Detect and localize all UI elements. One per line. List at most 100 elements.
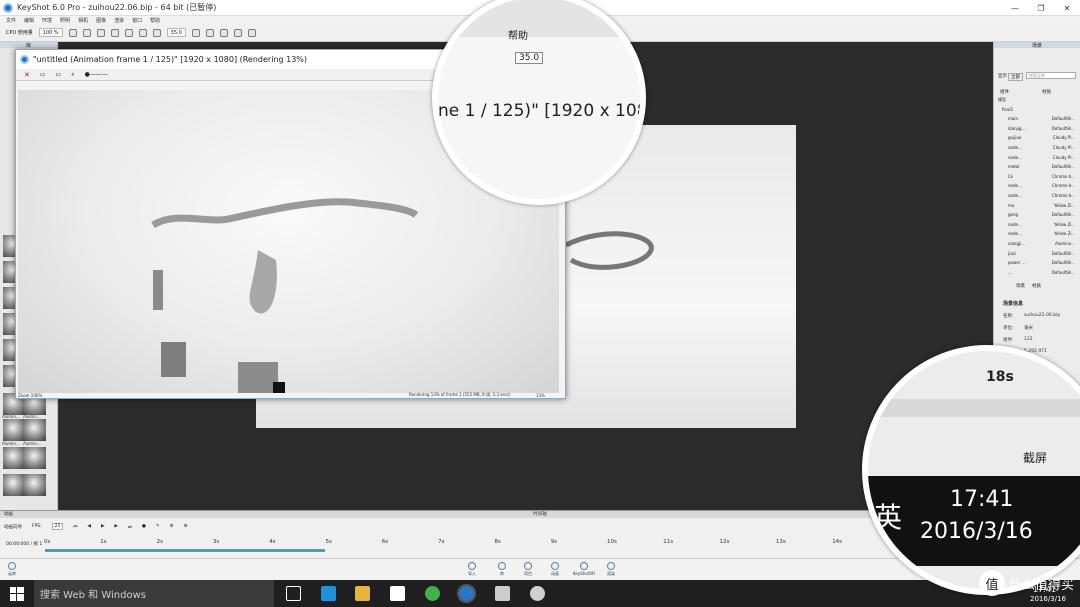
screenshot-icon[interactable]	[191, 28, 200, 37]
first-frame-icon[interactable]: ⏮	[73, 524, 77, 530]
menu-window[interactable]: 窗口	[132, 17, 142, 24]
animation-wizard-button[interactable]: 动画向导	[4, 524, 22, 530]
cloud-library-button[interactable]: 云库	[8, 562, 16, 577]
options-icon[interactable]: ⚙	[184, 524, 188, 529]
material-thumb[interactable]	[24, 447, 46, 469]
taskbar-search-box[interactable]: 搜索 Web 和 Windows	[34, 580, 274, 607]
scene-tree-row[interactable]: node... Chrome b..	[998, 183, 1074, 192]
zoom-slider[interactable]: ●———	[85, 71, 108, 78]
scene-tree-row[interactable]: node... Cloudy Pl..	[998, 145, 1074, 154]
timeline-progress-bar	[45, 549, 325, 552]
menu-image[interactable]: 图像	[96, 17, 106, 24]
scene-tree-row[interactable]: ... DefaultSh..	[998, 270, 1074, 279]
scene-tree-row[interactable]: jiazi DefaultSh..	[998, 251, 1074, 260]
close-icon[interactable]: ✕	[1054, 0, 1080, 16]
menu-lighting[interactable]: 照明	[60, 17, 70, 24]
settings-icon[interactable]: ⚙	[170, 524, 174, 529]
app-icon[interactable]	[530, 586, 545, 601]
scene-tree-row[interactable]: dianjig... DefaultSh..	[998, 126, 1074, 135]
display-filter[interactable]: 显示	[998, 73, 1007, 79]
edit-icon[interactable]: ✎	[156, 524, 160, 529]
loop-icon[interactable]: ●	[142, 524, 146, 529]
edge-icon[interactable]	[321, 586, 336, 601]
menu-environment[interactable]: 环境	[42, 17, 52, 24]
pause-icon[interactable]	[68, 28, 77, 37]
zoom-icon[interactable]: ⌕	[71, 71, 74, 79]
info-value[interactable]: zuihou22.06.bip	[1024, 313, 1060, 318]
menu-render[interactable]: 渲染	[114, 17, 124, 24]
refresh-icon[interactable]	[96, 28, 105, 37]
render-region-icon[interactable]	[205, 28, 214, 37]
store-icon[interactable]	[390, 586, 405, 601]
scene-tree-row[interactable]: gong DefaultSh..	[998, 212, 1074, 221]
presentation-icon[interactable]	[247, 28, 256, 37]
scene-search-input[interactable]: 搜索全称	[1026, 72, 1076, 79]
animation-button[interactable]: 动画	[551, 562, 559, 577]
settings-icon[interactable]	[82, 28, 91, 37]
scene-tree-row[interactable]: final1	[998, 107, 1074, 116]
fov-input[interactable]: 35.0	[166, 28, 186, 37]
material-thumb[interactable]	[24, 419, 46, 441]
app-icon[interactable]	[495, 586, 510, 601]
scene-tree-row[interactable]: node... Yellow Zi..	[998, 222, 1074, 231]
geometry-icon[interactable]	[233, 28, 242, 37]
taskbar-clock-date[interactable]: 2016/3/16	[1030, 595, 1066, 603]
scene-tree-row[interactable]: xiangji... Aluminu..	[998, 241, 1074, 250]
scene-tree-row-name: main	[1008, 116, 1018, 122]
material-thumb[interactable]	[3, 447, 25, 469]
save-icon[interactable]: ▭	[40, 71, 46, 78]
material-thumb[interactable]	[3, 474, 25, 496]
stop-render-icon[interactable]: ✕	[24, 71, 30, 79]
last-frame-icon[interactable]: ⏭	[128, 524, 132, 530]
menu-camera[interactable]: 相机	[78, 17, 88, 24]
scene-tree-row[interactable]: main DefaultSh..	[998, 116, 1074, 125]
import-button[interactable]: 导入	[468, 562, 476, 577]
zoom-clock-time: 17:41	[950, 487, 1014, 512]
keyshotvr-button[interactable]: KeyShotVR	[573, 562, 595, 576]
restore-icon[interactable]: ❐	[1028, 0, 1054, 16]
scope-select[interactable]: 全部	[1008, 73, 1023, 81]
material-thumb-label: Alumin...	[23, 441, 41, 446]
fps-label: FPS:	[32, 524, 42, 529]
fps-select[interactable]: 25	[51, 523, 64, 530]
perspective-icon[interactable]	[219, 28, 228, 37]
scene-tree-row-name: metal	[1008, 164, 1020, 170]
render-button[interactable]: 渲染	[607, 562, 615, 577]
play-icon[interactable]: ▶	[101, 524, 104, 529]
menu-help[interactable]: 帮助	[150, 17, 160, 24]
scene-tree-row[interactable]: guijiao Cloudy Pl..	[998, 135, 1074, 144]
download-icon[interactable]	[124, 28, 133, 37]
start-button[interactable]	[0, 580, 34, 607]
cpu-usage-select[interactable]: 100 %	[38, 28, 63, 37]
next-frame-icon[interactable]: ▶	[114, 524, 117, 529]
material-thumb[interactable]	[3, 419, 25, 441]
explorer-icon[interactable]	[355, 586, 370, 601]
upload-icon[interactable]	[110, 28, 119, 37]
menu-file[interactable]: 文件	[6, 17, 16, 24]
move-icon[interactable]	[152, 28, 161, 37]
fit-icon[interactable]: ▭	[56, 71, 62, 78]
library-button[interactable]: 库	[498, 562, 506, 577]
prev-frame-icon[interactable]: ◀	[87, 524, 90, 529]
project-button[interactable]: 项目	[524, 562, 532, 577]
task-view-icon[interactable]	[286, 586, 301, 601]
vr-icon	[579, 562, 588, 570]
scene-tree-row[interactable]: node... Yellow Zi..	[998, 231, 1074, 240]
tab-material[interactable]: 材质	[1032, 283, 1041, 289]
scene-tree-row[interactable]: mu Yellow Zi..	[998, 203, 1074, 212]
scene-tree-row[interactable]: node... Chrome b..	[998, 193, 1074, 202]
minimize-icon[interactable]: —	[1002, 0, 1028, 16]
scene-tree-row[interactable]: metal DefaultSh..	[998, 164, 1074, 173]
scene-tree-row-name: ...	[1008, 269, 1012, 275]
scene-tree-row[interactable]: node... Cloudy Pl..	[998, 155, 1074, 164]
info-label: 名称:	[1003, 314, 1014, 319]
scene-tree-row[interactable]: power ... DefaultSh..	[998, 260, 1074, 269]
scene-tree-row[interactable]: LS Chrome b..	[998, 174, 1074, 183]
scene-tree-row[interactable]: 模型	[998, 97, 1074, 106]
tab-scene[interactable]: 场景	[1016, 283, 1025, 289]
app-icon[interactable]	[425, 586, 440, 601]
menu-edit[interactable]: 编辑	[24, 17, 34, 24]
camera-icon[interactable]	[138, 28, 147, 37]
material-thumb[interactable]	[24, 474, 46, 496]
keyshot-taskbar-icon[interactable]	[457, 584, 476, 603]
